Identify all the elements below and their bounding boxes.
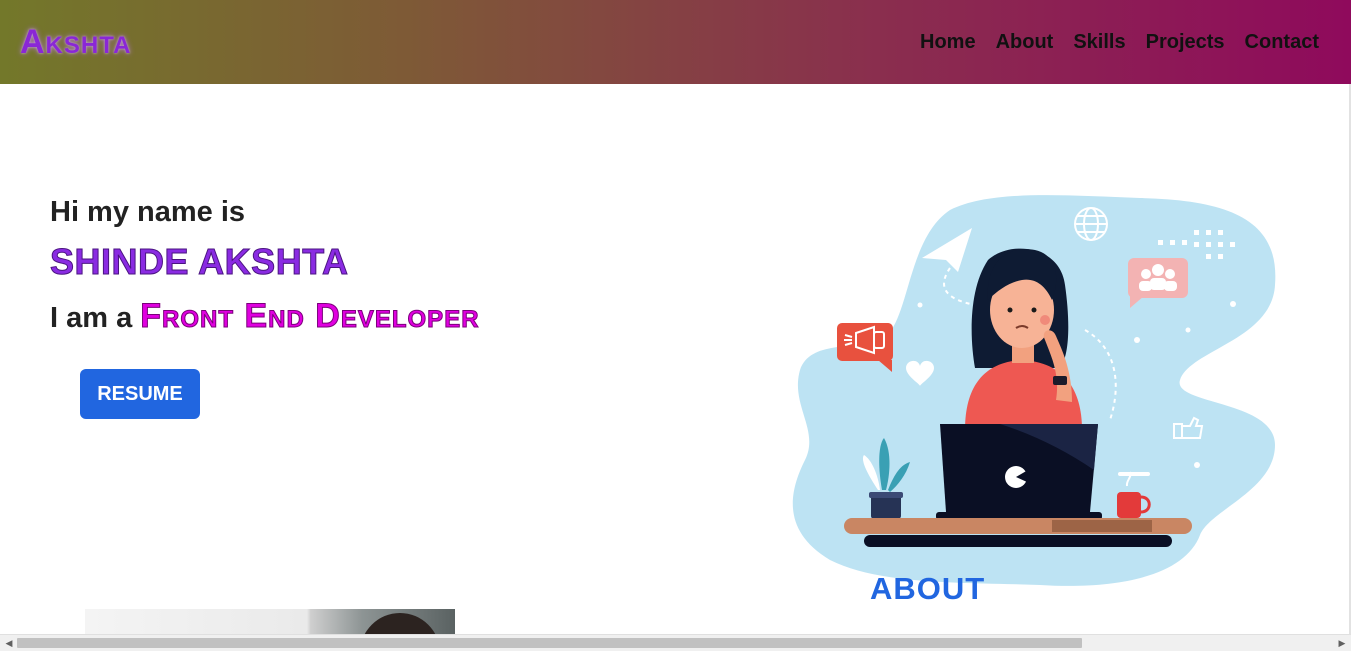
site-header: Akshta Home About Skills Projects Contac…	[0, 0, 1351, 84]
nav-projects-link[interactable]: Projects	[1146, 28, 1225, 56]
resume-button[interactable]: RESUME	[80, 369, 200, 419]
hero-role-title: Front End Developer	[140, 297, 480, 336]
hero-role-prefix: I am a	[50, 302, 133, 334]
horizontal-scrollbar-thumb[interactable]	[17, 638, 1082, 648]
profile-photo-hair	[360, 613, 440, 635]
watch-icon	[1053, 376, 1067, 385]
nav-skills-link[interactable]: Skills	[1073, 28, 1125, 56]
site-logo[interactable]: Akshta	[20, 22, 131, 62]
hero-greeting: Hi my name is	[50, 196, 246, 228]
portfolio-page: Akshta Home About Skills Projects Contac…	[0, 0, 1351, 651]
scroll-right-arrow-icon[interactable]: ▶	[1336, 637, 1348, 649]
horizontal-scrollbar[interactable]: ◀ ▶	[0, 634, 1351, 651]
profile-photo-partial	[85, 609, 455, 635]
woman-eye-right	[1031, 307, 1037, 313]
nav-contact-link[interactable]: Contact	[1245, 28, 1319, 56]
desk-base	[864, 535, 1172, 547]
about-heading: ABOUT	[870, 571, 986, 606]
hero-role: I am a Front End Developer	[50, 296, 480, 338]
developer-illustration	[792, 195, 1276, 586]
laptop	[936, 424, 1102, 520]
hero-name: SHINDE AKSHTA	[50, 241, 349, 283]
woman-eye-left	[1007, 307, 1013, 313]
woman-cheek	[1040, 315, 1050, 325]
nav-home-link[interactable]: Home	[920, 28, 976, 56]
main-nav: Home About Skills Projects Contact	[920, 28, 1319, 56]
nav-about-link[interactable]: About	[996, 28, 1054, 56]
scroll-left-arrow-icon[interactable]: ◀	[3, 637, 15, 649]
desk-stripe	[1052, 520, 1152, 532]
